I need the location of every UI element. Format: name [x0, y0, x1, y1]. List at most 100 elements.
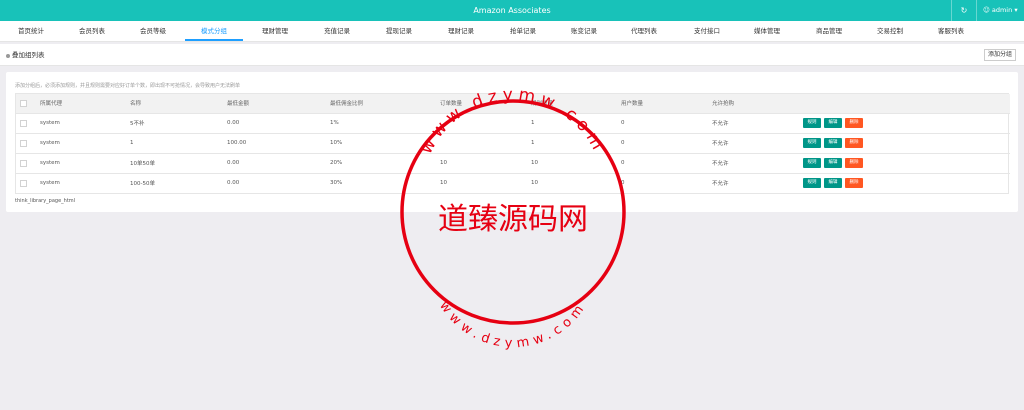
cell-actions: 规则 编辑 删除 [799, 133, 1010, 154]
nav-item-payment[interactable]: 支付接口 [692, 21, 722, 41]
edit-button[interactable]: 编辑 [824, 118, 842, 128]
cell-min-rate: 20% [326, 153, 436, 174]
chevron-down-icon: ▾ [1014, 6, 1018, 14]
nav-item-finance-records[interactable]: 理财记录 [446, 21, 476, 41]
cell-min-amount: 0.00 [227, 180, 240, 187]
column-header [799, 94, 1010, 114]
nav-item-products[interactable]: 商品管理 [814, 21, 844, 41]
column-header: 名称 [126, 94, 223, 114]
nav-item-agents[interactable]: 代理列表 [629, 21, 659, 41]
delete-button[interactable]: 删除 [845, 178, 863, 189]
user-menu[interactable]: ☺ admin ▾ [983, 0, 1018, 21]
nav-item-member-levels[interactable]: 会员等级 [138, 21, 168, 41]
nav-item-media[interactable]: 媒体管理 [752, 21, 782, 41]
top-bar: Amazon Associates ↻ ☺ admin ▾ [0, 0, 1024, 21]
cell-users: 0 [621, 180, 625, 187]
cell-name: 5不补 [126, 113, 223, 134]
row-checkbox[interactable] [16, 113, 36, 134]
table-row: system 5不补 0.00 1% 1 0 不允许 规则 编辑 删除 [16, 113, 1010, 134]
nav-item-withdraw[interactable]: 提现记录 [384, 21, 414, 41]
add-group-button[interactable]: 添加分组 [983, 49, 1016, 61]
breadcrumb: 叠加组列表 [12, 51, 45, 59]
table-row: system 1 100.00 10% 1 0 不允许 规则 编辑 删除 [16, 133, 1010, 154]
rule-button[interactable]: 规则 [803, 118, 821, 128]
nav-item-mode-groups[interactable]: 模式分组 [185, 21, 243, 41]
nav-item-support[interactable]: 客服列表 [936, 21, 966, 41]
page-toolbar: 叠加组列表 添加分组 [0, 44, 1024, 66]
cell-rules: 1 [527, 113, 617, 134]
cell-orders [436, 113, 527, 134]
delete-button[interactable]: 删除 [845, 158, 863, 168]
cell-name: 100-50单 [130, 181, 155, 188]
edit-button[interactable]: 编辑 [824, 158, 842, 168]
edit-button[interactable]: 编辑 [824, 138, 842, 148]
page-template-path: think_library_page_html [15, 198, 76, 204]
app-title: Amazon Associates [473, 6, 551, 15]
cell-allow: 不允许 [712, 181, 729, 188]
cell-agent: system [40, 180, 60, 187]
cell-min-amount: 0.00 [223, 153, 326, 174]
cell-name: 1 [126, 133, 223, 154]
nav-item-members[interactable]: 会员列表 [77, 21, 107, 41]
cell-allow: 不允许 [708, 133, 799, 154]
cell-allow: 不允许 [708, 153, 799, 174]
cell-orders [436, 133, 527, 154]
cell-min-rate: 30% [330, 180, 343, 187]
nav-item-trade-control[interactable]: 交易控制 [875, 21, 905, 41]
cell-rules: 1 [527, 133, 617, 154]
cell-rules: 10 [527, 153, 617, 174]
nav-item-balance-changes[interactable]: 账变记录 [569, 21, 599, 41]
nav-item-finance[interactable]: 理财管理 [260, 21, 290, 41]
row-checkbox[interactable] [16, 133, 36, 154]
table-row: system 10单50单 0.00 20% 10 10 0 不允许 规则 编辑删… [16, 153, 1010, 174]
hint-text: 添加分组后，必须添加规则，并且规则需要对应好订单个数，即出现不可抢情况，会导致用… [15, 83, 241, 89]
column-header: 用户数量 [617, 94, 708, 114]
delete-button[interactable]: 删除 [845, 138, 863, 148]
cell-agent: system [36, 133, 126, 154]
group-table: 所属代理 名称 最低金额 最低佣金比例 订单数量 规则数量 用户数量 允许抢购 … [15, 93, 1010, 194]
column-header: 规则数量 [527, 94, 617, 114]
nav-item-dashboard[interactable]: 首页统计 [16, 21, 46, 41]
content-panel: 添加分组后，必须添加规则，并且规则需要对应好订单个数，即出现不可抢情况，会导致用… [6, 72, 1018, 212]
cell-min-rate: 1% [326, 113, 436, 134]
column-header: 最低佣金比例 [326, 94, 436, 114]
row-checkbox[interactable] [16, 173, 36, 193]
breadcrumb-dot-icon [6, 54, 10, 58]
cell-orders: 10 [436, 153, 527, 174]
refresh-icon[interactable]: ↻ [957, 0, 971, 21]
column-header: 所属代理 [36, 94, 126, 114]
select-all-checkbox[interactable] [16, 94, 36, 114]
main-nav: 首页统计 会员列表 会员等级 模式分组 理财管理 充值记录 提现记录 理财记录 … [0, 21, 1024, 42]
cell-min-amount: 100.00 [223, 133, 326, 154]
cell-users: 0 [617, 133, 708, 154]
divider [976, 0, 977, 21]
cell-min-rate: 10% [326, 133, 436, 154]
nav-item-recharge[interactable]: 充值记录 [322, 21, 352, 41]
cell-actions: 规则 编辑 删除 [799, 153, 1010, 174]
rule-button[interactable]: 规则 [803, 178, 821, 189]
column-header: 允许抢购 [708, 94, 799, 114]
user-name: admin [991, 6, 1013, 14]
cell-agent: system [36, 153, 126, 174]
cell-actions: 规则 编辑 删除 [799, 113, 1010, 134]
column-header: 最低金额 [223, 94, 326, 114]
stamp-bottom-arc-text: www.dzymw.com [436, 299, 590, 352]
divider [951, 0, 952, 21]
cell-rules: 10 [531, 180, 538, 187]
rule-button[interactable]: 规则 [803, 158, 821, 168]
cell-orders: 10 [440, 180, 447, 187]
edit-button[interactable]: 编辑 [824, 178, 842, 189]
delete-button[interactable]: 删除 [845, 118, 863, 128]
rule-button[interactable]: 规则 [803, 138, 821, 148]
table-row: system 100-50单 0.00 30% 10 10 0 不允许 规则 编辑… [16, 173, 1010, 193]
column-header: 订单数量 [436, 94, 527, 114]
cell-name: 10单50单 [126, 153, 223, 174]
cell-agent: system [36, 113, 126, 134]
table-header-row: 所属代理 名称 最低金额 最低佣金比例 订单数量 规则数量 用户数量 允许抢购 [16, 94, 1010, 114]
nav-item-orders[interactable]: 抢单记录 [508, 21, 538, 41]
cell-users: 0 [617, 113, 708, 134]
cell-actions: 规则 编辑 删除 [799, 173, 1010, 193]
cell-users: 0 [617, 153, 708, 174]
row-checkbox[interactable] [16, 153, 36, 174]
user-icon: ☺ [983, 6, 990, 14]
